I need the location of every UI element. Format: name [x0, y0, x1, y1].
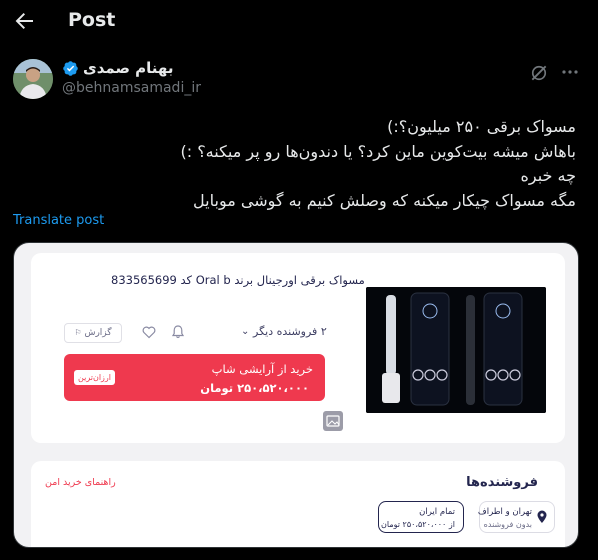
author-handle[interactable]: @behnamsamadi_ir	[62, 80, 201, 96]
safe-purchase-guide-link[interactable]: راهنمای خرید امن	[45, 477, 116, 488]
top-bar: Post	[0, 0, 598, 44]
attached-image[interactable]: مسواک برقی اورجینال برند Oral b کد 83356…	[13, 242, 579, 548]
sellers-panel: فروشنده‌ها راهنمای خرید امن تهران و اطرا…	[31, 461, 565, 547]
location-pin-icon	[537, 510, 547, 523]
back-arrow-icon[interactable]	[12, 9, 36, 33]
cheapest-badge: ارزان‌ترین	[74, 370, 116, 385]
more-options-icon[interactable]	[560, 62, 580, 82]
all-iran-option[interactable]: تمام ایران از ۲۵۰،۵۲۰،۰۰۰ تومان	[378, 501, 464, 533]
location-name: تهران و اطراف	[477, 507, 532, 517]
avatar[interactable]	[13, 59, 53, 99]
tweet-text: مسواک برقی ۲۵۰ میلیون؟:) باهاش میشه بیت‌…	[16, 115, 576, 213]
image-gallery-icon[interactable]	[323, 411, 343, 431]
page-title: Post	[68, 9, 116, 31]
buy-box[interactable]: خرید از آرایشی شاپ ۲۵۰،۵۲۰،۰۰۰ تومان ارز…	[64, 354, 325, 401]
tweet-line: مسواک برقی ۲۵۰ میلیون؟:)	[387, 117, 576, 136]
shop-name: خرید از آرایشی شاپ	[211, 362, 313, 376]
flag-icon: ⚐	[74, 328, 82, 337]
chevron-down-icon[interactable]: ⌄	[241, 326, 249, 337]
other-sellers-link[interactable]: ۲ فروشنده دیگر	[253, 325, 327, 338]
all-iran-label: تمام ایران	[419, 507, 455, 517]
tweet-line: مگه مسواک چیکار میکنه که وصلش کنیم به گو…	[193, 190, 576, 210]
location-status: بدون فروشنده	[483, 520, 532, 529]
location-selector[interactable]: تهران و اطراف بدون فروشنده	[477, 501, 555, 533]
shop-price: ۲۵۰،۵۲۰،۰۰۰ تومان	[200, 381, 309, 395]
heart-icon[interactable]	[141, 324, 157, 340]
grok-icon[interactable]	[529, 63, 549, 83]
bell-icon[interactable]	[170, 324, 186, 340]
sellers-title: فروشنده‌ها	[466, 475, 538, 490]
report-label: گزارش	[84, 328, 112, 338]
author-name[interactable]: بهنام صمدی	[83, 59, 173, 77]
translate-post-link[interactable]: Translate post	[13, 213, 104, 228]
tweet-line: چه خبره	[520, 166, 576, 185]
author-name-row: بهنام صمدی	[62, 59, 173, 77]
report-button[interactable]: گزارش ⚐	[64, 323, 122, 343]
product-panel: مسواک برقی اورجینال برند Oral b کد 83356…	[31, 253, 565, 443]
all-iran-price: از ۲۵۰،۵۲۰،۰۰۰ تومان	[381, 520, 455, 529]
tweet-line: باهاش میشه بیت‌کوین ماین کرد؟ یا دندون‌ه…	[180, 141, 576, 161]
product-title: مسواک برقی اورجینال برند Oral b کد 83356…	[111, 273, 365, 287]
verified-badge-icon	[63, 60, 78, 76]
product-image	[366, 287, 546, 413]
